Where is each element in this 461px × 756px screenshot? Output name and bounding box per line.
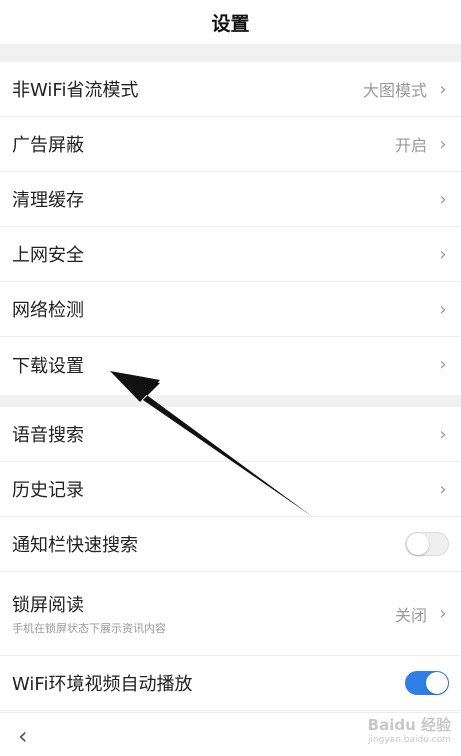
row-label: 锁屏阅读	[12, 595, 84, 616]
chevron-right-icon: ›	[439, 423, 447, 445]
row-label: 历史记录	[12, 480, 84, 501]
section-divider	[0, 395, 461, 407]
watermark-text: Baidu 经验	[367, 716, 451, 734]
row-value: 开启	[394, 136, 427, 155]
chevron-right-icon: ›	[439, 243, 447, 265]
row-download-settings[interactable]: 下载设置 ›	[0, 337, 461, 392]
wifi-autoplay-toggle[interactable]	[405, 671, 449, 695]
row-web-security[interactable]: 上网安全 ›	[0, 227, 461, 282]
page-title: 设置	[211, 12, 250, 35]
row-label: 上网安全	[12, 245, 84, 266]
row-label: 通知栏快速搜索	[12, 535, 138, 556]
row-value: 大图模式	[362, 81, 427, 100]
row-label: 广告屏蔽	[12, 135, 84, 156]
watermark: Baidu 经验 jingyan.baidu.com	[331, 714, 451, 752]
row-label: 网络检测	[12, 300, 84, 321]
row-ad-block[interactable]: 广告屏蔽 开启 ›	[0, 117, 461, 172]
section-divider	[0, 44, 461, 62]
row-network-check[interactable]: 网络检测 ›	[0, 282, 461, 337]
chevron-right-icon: ›	[439, 478, 447, 500]
row-label: WiFi环境视频自动播放	[12, 674, 193, 695]
row-voice-search[interactable]: 语音搜索 ›	[0, 407, 461, 462]
notify-search-toggle[interactable]	[405, 532, 449, 556]
row-value: 关闭	[394, 605, 427, 625]
row-non-wifi-mode[interactable]: 非WiFi省流模式 大图模式 ›	[0, 62, 461, 117]
row-history[interactable]: 历史记录 ›	[0, 462, 461, 517]
row-label: 非WiFi省流模式	[12, 80, 139, 101]
chevron-right-icon: ›	[439, 603, 447, 624]
back-arrow-icon[interactable]: ‹	[18, 722, 28, 750]
chevron-right-icon: ›	[439, 133, 447, 155]
row-notify-search: 通知栏快速搜索	[0, 517, 461, 572]
chevron-right-icon: ›	[439, 78, 447, 100]
chevron-right-icon: ›	[439, 188, 447, 210]
watermark-url: jingyan.baidu.com	[367, 735, 451, 745]
toggle-knob	[407, 533, 429, 555]
row-wifi-autoplay: WiFi环境视频自动播放	[0, 656, 461, 711]
row-label: 语音搜索	[12, 425, 84, 446]
row-clear-cache[interactable]: 清理缓存 ›	[0, 172, 461, 227]
row-label: 下载设置	[12, 355, 84, 377]
chevron-right-icon: ›	[439, 298, 447, 320]
row-subtitle: 手机在锁屏状态下展示资讯内容	[12, 622, 166, 635]
header: 设置	[0, 0, 461, 44]
row-label: 清理缓存	[12, 190, 84, 211]
chevron-right-icon: ›	[439, 354, 447, 375]
row-lock-read[interactable]: 锁屏阅读 手机在锁屏状态下展示资讯内容 关闭 ›	[0, 572, 461, 656]
toggle-knob	[426, 672, 448, 694]
